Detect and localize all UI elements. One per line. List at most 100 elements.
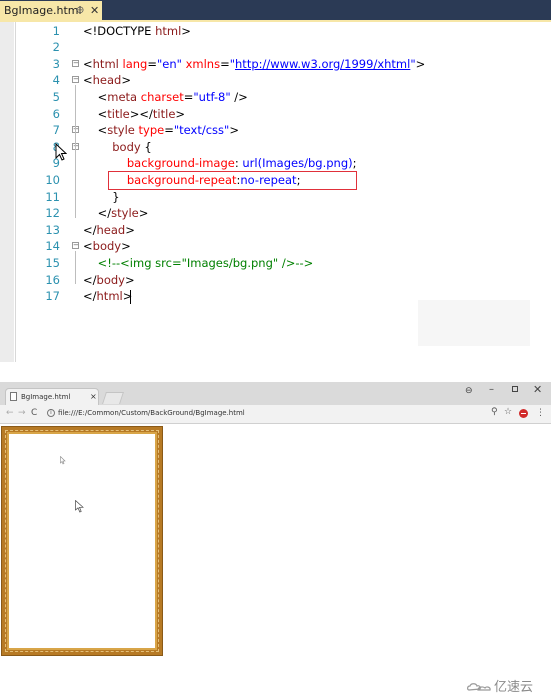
highlight-box [108,171,357,190]
code-token: < [83,239,93,254]
line-number: 4 [52,73,60,88]
code-token: > [175,106,186,121]
code-token: ; [352,156,357,171]
line-number: 6 [52,106,60,121]
code-text: <body> [83,238,131,255]
url-text: file:///E:/Common/Custom/BackGround/BgIm… [58,409,245,417]
code-line[interactable]: 1 <!DOCTYPE html> [0,23,551,40]
code-token: { [140,139,152,154]
star-icon[interactable]: ☆ [504,407,512,417]
code-token: = [220,56,230,71]
code-text: } [83,189,119,206]
code-text: <style type="text/css"> [83,122,239,139]
maximize-button[interactable] [512,386,518,392]
pin-icon[interactable]: ⊕ [76,1,84,20]
forward-icon[interactable]: → [18,408,26,418]
zoom-icon[interactable]: ⚲ [491,407,498,417]
code-line[interactable]: 9 background-image: url(Images/bg.png); [0,155,551,172]
code-token: head [92,73,122,88]
fold-toggle-icon[interactable]: − [72,59,79,67]
code-line[interactable]: 8− body { [0,139,551,156]
fold-toggle-icon[interactable]: − [72,76,79,84]
line-number: 3 [52,56,60,71]
info-icon[interactable]: i [47,409,55,417]
code-token: type [134,123,165,138]
code-token: "text/css" [173,123,230,138]
menu-icon[interactable]: ⋮ [536,408,545,418]
blocked-icon[interactable] [519,409,528,418]
code-token: meta [107,89,138,104]
code-line[interactable]: 3 − <html lang="en" xmlns="http://www.w3.o… [0,56,551,73]
document-icon [10,392,17,401]
close-icon[interactable]: × [90,389,97,405]
profile-icon[interactable]: ⊖ [465,386,473,396]
new-tab-button[interactable] [102,392,124,404]
code-line[interactable]: 6 <title></title> [0,106,551,123]
code-token: title [107,106,130,121]
code-line[interactable]: 2 [0,39,551,56]
code-token: url(Images/bg.png) [242,156,353,171]
blurred-region [418,300,530,346]
reload-icon[interactable]: C [31,408,37,418]
code-token: < [83,89,108,104]
code-editor: BgImage.html ⊕ ✕ 1 <!DOCTYPE html> 2 3− <htm… [0,0,551,362]
text-caret [130,290,131,304]
browser-tab-bgimage[interactable]: BgImage.html × [5,388,99,405]
code-line[interactable]: 11 } [0,189,551,206]
mouse-pointer-icon [55,142,68,165]
address-bar[interactable]: i file:///E:/Common/Custom/BackGround/Bg… [43,407,549,421]
line-number: 10 [45,172,60,187]
code-token: /> [230,89,248,104]
line-number: 2 [52,40,60,55]
line-number: 11 [45,189,60,204]
code-token: ></ [129,106,153,121]
code-token: html [96,289,123,304]
code-token[interactable]: http://www.w3.org/1999/xhtml [235,57,410,71]
page-content: 亿速云 [0,425,551,695]
code-text: </head> [83,222,135,239]
watermark: 亿速云 [466,680,546,696]
code-text: <title></title> [83,106,185,123]
code-token: title [152,106,176,121]
code-token: > [415,56,426,71]
code-line[interactable]: 5 <meta charset="utf-8" /> [0,89,551,106]
code-token: <!--<img src="Images/bg.png" />--> [83,255,314,270]
code-token: > [125,222,135,237]
code-token: background-image [83,156,235,171]
code-token: html [92,56,119,71]
code-token: "utf-8" [193,89,231,104]
code-token: = [147,56,157,71]
back-icon[interactable]: ← [6,408,14,418]
code-line[interactable]: 4 − <head> [0,72,551,89]
code-token: </ [83,222,97,237]
browser-window: BgImage.html × ⊖ – ✕ ← → C i file:///E:/… [0,382,551,695]
code-token: > [229,123,239,138]
code-token: < [83,106,108,121]
code-line[interactable]: 12 </style> [0,205,551,222]
code-token: <!DOCTYPE [83,23,156,38]
code-token: > [121,239,131,254]
code-text: <!DOCTYPE html> [83,23,191,40]
line-number: 12 [45,206,60,221]
code-line[interactable]: 14 − <body> [0,238,551,255]
code-line[interactable]: 13 </head> [0,222,551,239]
fold-toggle-icon[interactable]: − [72,242,79,250]
mouse-pointer-icon [75,498,84,517]
code-text: <html lang="en" xmlns="http://www.w3.org… [83,56,425,73]
code-line[interactable]: 16 </body> [0,272,551,289]
window-close-button[interactable]: ✕ [533,383,542,396]
code-line[interactable]: 7− <style type="text/css"> [0,122,551,139]
editor-tab-bgimage[interactable]: BgImage.html ⊕ ✕ [0,1,102,20]
minimize-button[interactable]: – [489,384,494,395]
code-token: head [96,222,126,237]
code-line[interactable]: 15 <!--<img src="Images/bg.png" />--> [0,255,551,272]
close-icon[interactable]: ✕ [90,1,99,20]
code-text: <meta charset="utf-8" /> [83,89,248,106]
line-number: 5 [52,89,60,104]
code-token: </ [83,289,97,304]
browser-toolbar: ← → C i file:///E:/Common/Custom/BackGro… [0,405,551,424]
fold-guide-line [75,251,76,285]
editor-tab-strip: BgImage.html ⊕ ✕ [0,0,551,20]
code-token: </ [83,272,97,287]
background-image-frame [2,427,162,655]
